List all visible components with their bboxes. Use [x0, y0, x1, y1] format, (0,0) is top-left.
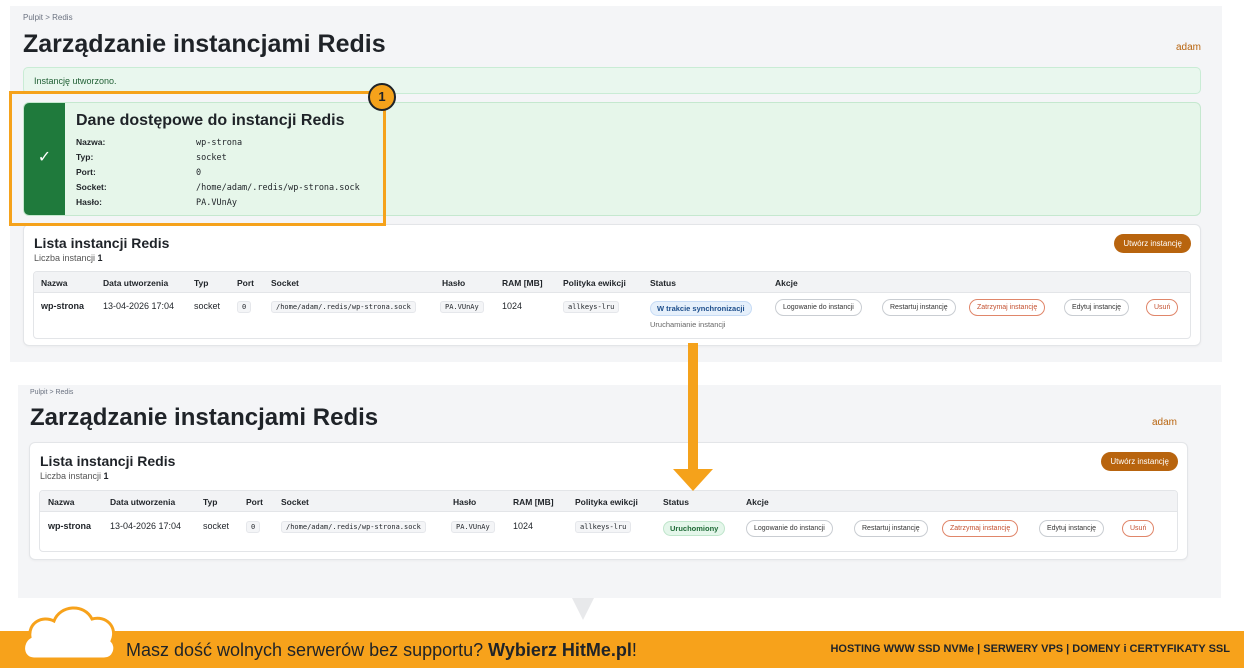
instance-type: socket: [194, 301, 221, 311]
col-header: Port: [237, 278, 254, 288]
instance-name[interactable]: wp-strona: [41, 301, 84, 311]
instance-policy: allkeys-lru: [563, 301, 620, 313]
instance-list-card: Lista instancji Redis Liczba instancji 1…: [23, 224, 1201, 346]
instance-count-value: 1: [97, 253, 103, 263]
col-header: RAM [MB]: [502, 278, 543, 288]
status-substatus: Uruchamianie instancji: [650, 320, 726, 329]
col-header: Status: [650, 278, 676, 288]
instance-ram: 1024: [513, 521, 534, 531]
list-title: Lista instancji Redis: [40, 453, 176, 469]
col-header: Data utworzenia: [103, 278, 169, 288]
table-header: Nazwa Data utworzenia Typ Port Socket Ha…: [40, 491, 1177, 512]
col-header: Polityka ewikcji: [563, 278, 626, 288]
col-header: Socket: [281, 497, 309, 507]
col-header: Typ: [194, 278, 209, 288]
highlight-box: [9, 91, 386, 226]
col-header: Nazwa: [41, 278, 68, 288]
stop-instance-button[interactable]: Zatrzymaj instancję: [969, 299, 1046, 316]
delete-instance-button[interactable]: Usuń: [1146, 299, 1179, 316]
col-header: Data utworzenia: [110, 497, 176, 507]
instance-count-label: Liczba instancji: [40, 471, 102, 481]
instance-ram: 1024: [502, 301, 523, 311]
promo-banner[interactable]: Masz dość wolnych serwerów bez supportu?…: [0, 606, 1244, 668]
instance-date: 13-04-2026 17:04: [103, 301, 175, 311]
arrow-down-icon: [673, 469, 713, 491]
instance-port: 0: [237, 301, 252, 313]
edit-instance-button[interactable]: Edytuj instancję: [1039, 520, 1105, 537]
instance-policy: allkeys-lru: [575, 521, 632, 533]
pointer-triangle: [572, 598, 594, 620]
stop-instance-button[interactable]: Zatrzymaj instancję: [942, 520, 1019, 537]
col-header: Akcje: [775, 278, 798, 288]
instance-date: 13-04-2026 17:04: [110, 521, 182, 531]
col-header: Port: [246, 497, 263, 507]
user-link[interactable]: adam: [1152, 417, 1177, 428]
slogan-end: !: [631, 640, 637, 660]
create-instance-button[interactable]: Utwórz instancję: [1101, 452, 1178, 471]
instance-socket: /home/adam/.redis/wp-strona.sock: [271, 301, 416, 313]
instance-password: PA.VUnAy: [440, 301, 484, 313]
login-instance-button[interactable]: Logowanie do instancji: [746, 520, 833, 537]
col-header: Hasło: [453, 497, 477, 507]
login-instance-button[interactable]: Logowanie do instancji: [775, 299, 862, 316]
col-header: Nazwa: [48, 497, 75, 507]
create-instance-button[interactable]: Utwórz instancję: [1114, 234, 1191, 253]
col-header: Akcje: [746, 497, 769, 507]
instance-socket: /home/adam/.redis/wp-strona.sock: [281, 521, 426, 533]
instance-count: Liczba instancji 1: [34, 253, 103, 263]
table-row: wp-strona 13-04-2026 17:04 socket 0 /hom…: [40, 512, 1177, 551]
arrow-shaft: [688, 343, 698, 471]
restart-instance-button[interactable]: Restartuj instancję: [854, 520, 928, 537]
col-header: Status: [663, 497, 689, 507]
col-header: RAM [MB]: [513, 497, 554, 507]
instance-port: 0: [246, 521, 261, 533]
instance-count: Liczba instancji 1: [40, 471, 109, 481]
breadcrumb[interactable]: Pulpit > Redis: [30, 389, 73, 396]
instance-table: Nazwa Data utworzenia Typ Port Socket Ha…: [33, 271, 1191, 339]
bottom-panel: Pulpit > Redis Zarządzanie instancjami R…: [18, 385, 1221, 598]
cloud-icon: [22, 606, 117, 661]
user-link[interactable]: adam: [1176, 42, 1201, 53]
edit-instance-button[interactable]: Edytuj instancję: [1064, 299, 1130, 316]
page-title: Zarządzanie instancjami Redis: [23, 30, 386, 58]
step-badge: 1: [368, 83, 396, 111]
table-row: wp-strona 13-04-2026 17:04 socket 0 /hom…: [34, 293, 1190, 338]
col-header: Typ: [203, 497, 218, 507]
col-header: Polityka ewikcji: [575, 497, 638, 507]
status-badge: W trakcie synchronizacji: [650, 301, 752, 316]
restart-instance-button[interactable]: Restartuj instancję: [882, 299, 956, 316]
banner-slogan: Masz dość wolnych serwerów bez supportu?…: [126, 640, 637, 661]
col-header: Socket: [271, 278, 299, 288]
slogan-text: Masz dość wolnych serwerów bez supportu?: [126, 640, 489, 660]
success-alert: Instancję utworzono.: [23, 67, 1201, 94]
instance-password: PA.VUnAy: [451, 521, 495, 533]
col-header: Hasło: [442, 278, 466, 288]
page-title: Zarządzanie instancjami Redis: [30, 404, 379, 431]
status-badge: Uruchomiony: [663, 521, 726, 536]
instance-name[interactable]: wp-strona: [48, 521, 91, 531]
instance-count-label: Liczba instancji: [34, 253, 96, 263]
instance-type: socket: [203, 521, 230, 531]
breadcrumb[interactable]: Pulpit > Redis: [23, 13, 73, 22]
banner-tagline: HOSTING WWW SSD NVMe | SERWERY VPS | DOM…: [830, 643, 1230, 655]
instance-count-value: 1: [103, 471, 109, 481]
instance-list-card: Lista instancji Redis Liczba instancji 1…: [29, 442, 1188, 560]
slogan-brand: Wybierz HitMe.pl: [488, 640, 632, 660]
screenshot-root: Pulpit > Redis Zarządzanie instancjami R…: [0, 0, 1244, 668]
list-title: Lista instancji Redis: [34, 235, 170, 251]
instance-table: Nazwa Data utworzenia Typ Port Socket Ha…: [39, 490, 1178, 552]
table-header: Nazwa Data utworzenia Typ Port Socket Ha…: [34, 272, 1190, 293]
delete-instance-button[interactable]: Usuń: [1122, 520, 1155, 537]
